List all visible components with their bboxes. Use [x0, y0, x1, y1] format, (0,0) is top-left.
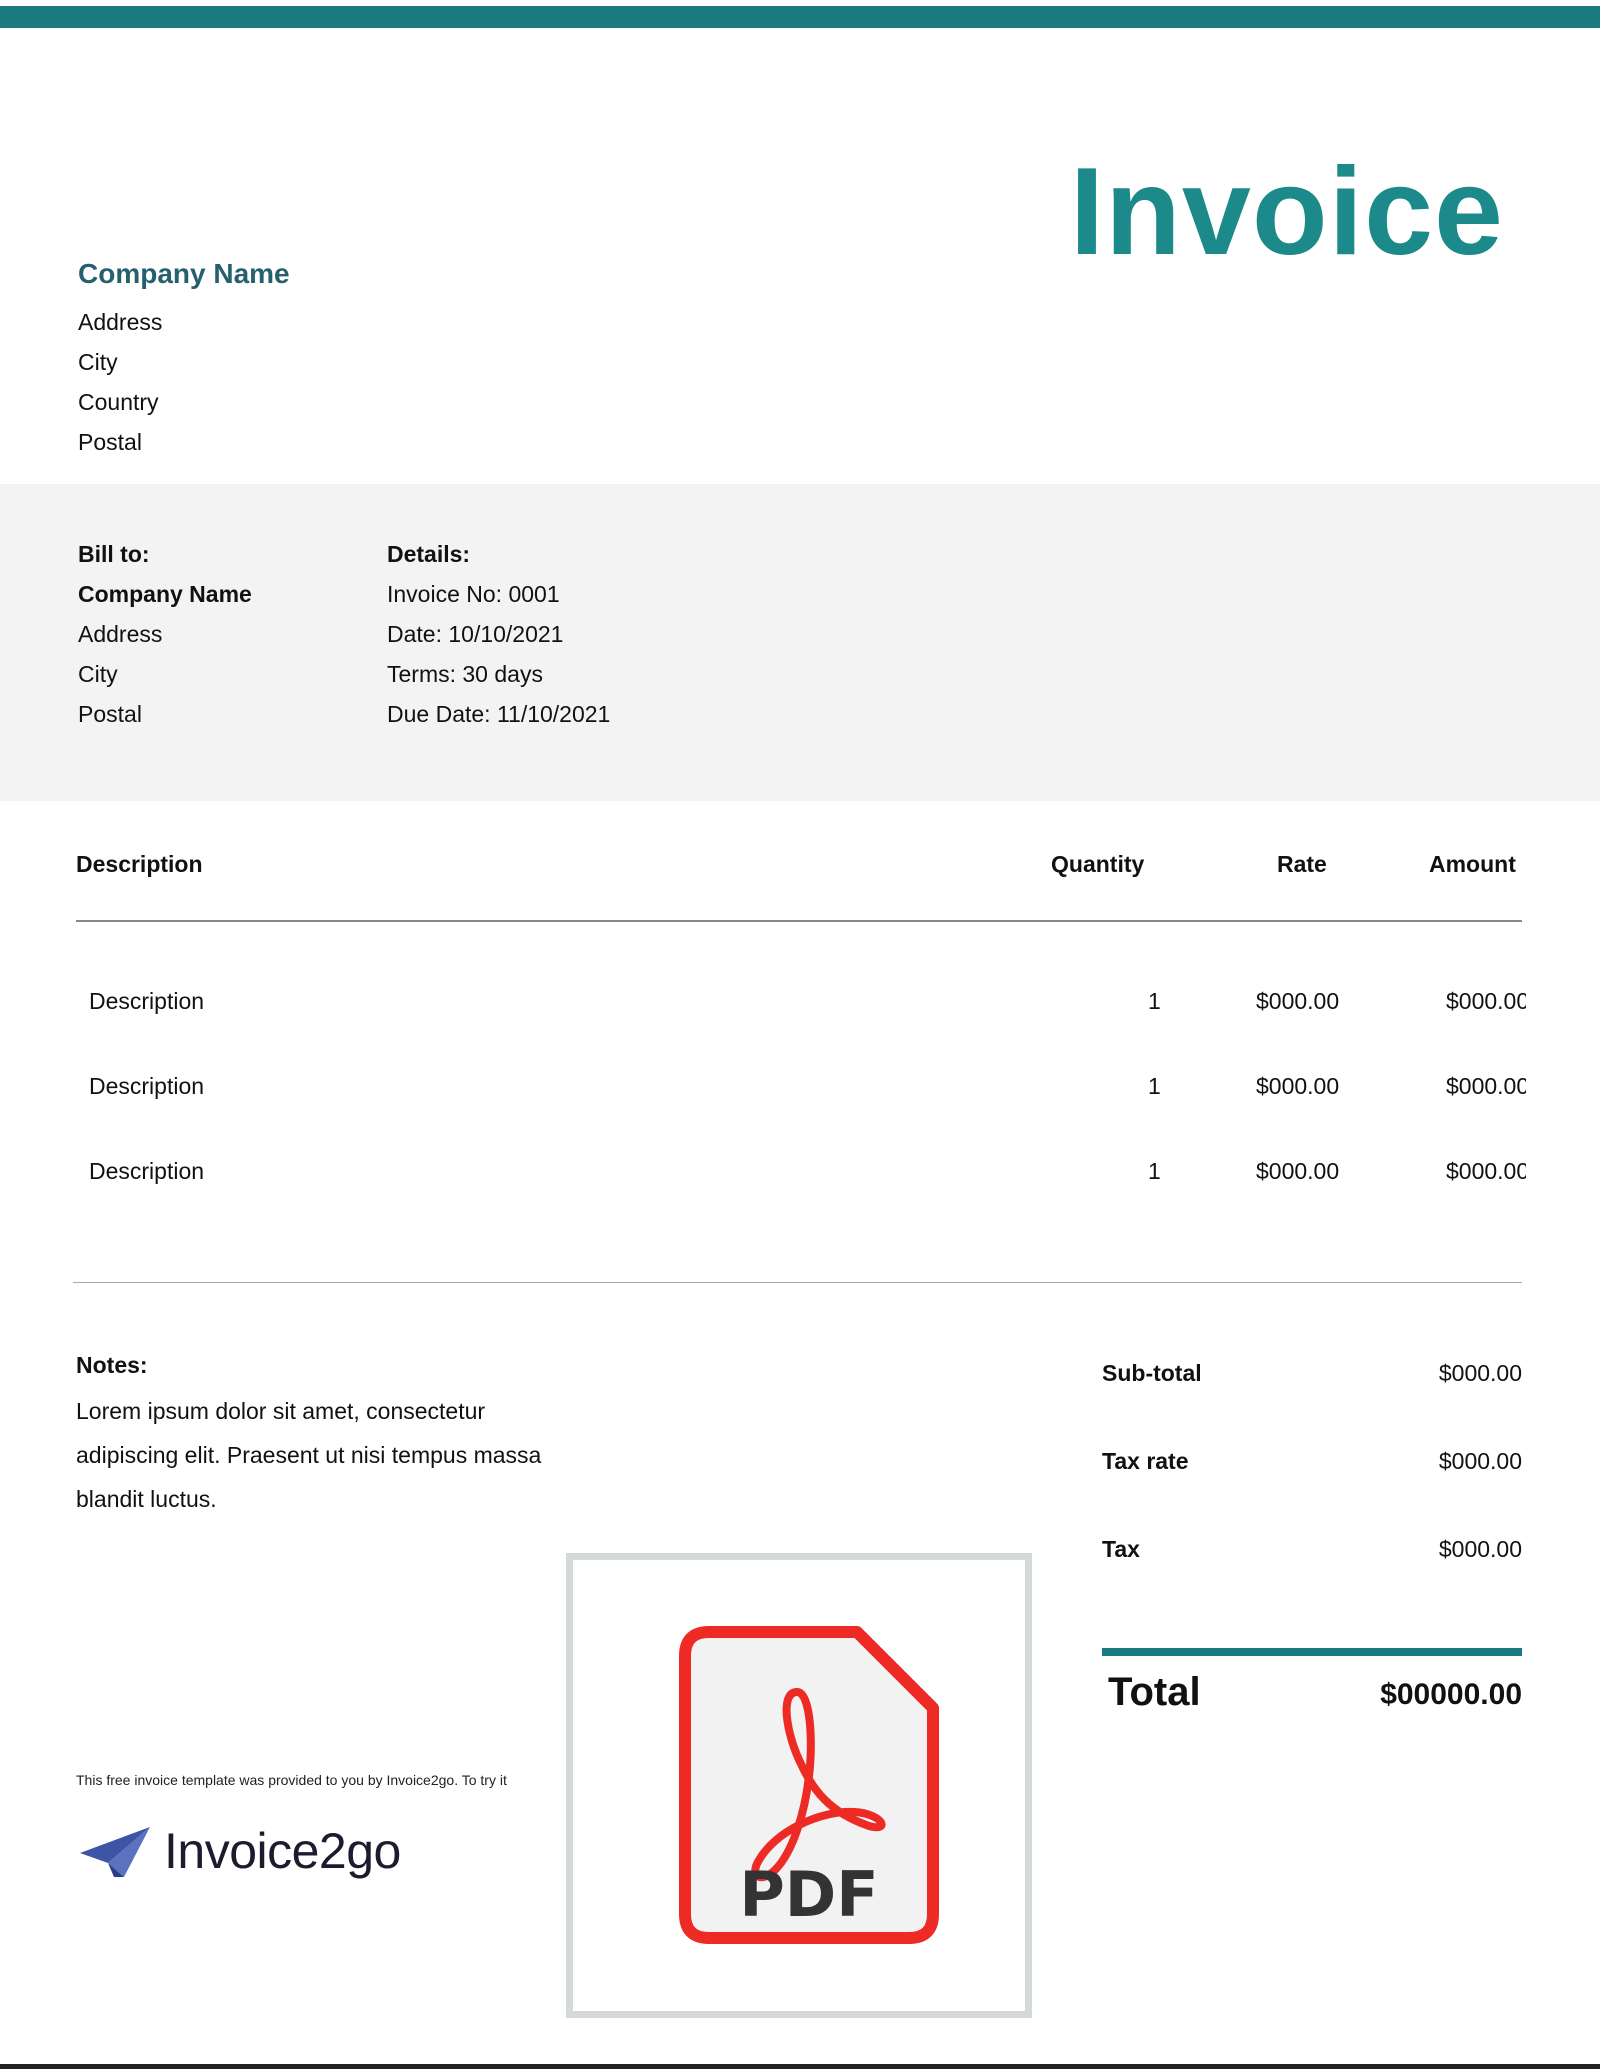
table-row: Description 1 $000.00 $000.00	[0, 988, 1600, 1028]
total-value: $00000.00	[1380, 1678, 1522, 1711]
taxrate-row: Tax rate $000.00	[1102, 1448, 1522, 1475]
header-rate: Rate	[1277, 851, 1327, 877]
row-amount: $000.00	[1446, 1073, 1526, 1099]
invoice2go-logo: Invoice2go	[78, 1822, 401, 1880]
notes-label: Notes:	[76, 1352, 148, 1378]
row-description: Description	[89, 988, 205, 1014]
bill-to-city: City	[78, 661, 118, 687]
header-quantity: Quantity	[1051, 851, 1145, 877]
tax-label: Tax	[1102, 1536, 1140, 1562]
sender-company-name: Company Name	[78, 258, 290, 289]
total-label: Total	[1108, 1670, 1201, 1714]
row-amount: $000.00	[1446, 1158, 1526, 1184]
table-footer-divider	[73, 1282, 1522, 1283]
sender-country: Country	[78, 389, 159, 415]
subtotal-label: Sub-total	[1102, 1360, 1202, 1386]
table-header-divider	[76, 920, 1522, 922]
brand-name: Invoice2go	[164, 1823, 401, 1879]
footer-credit: This free invoice template was provided …	[76, 1772, 507, 1788]
bill-to-label: Bill to:	[78, 541, 150, 567]
total-accent-bar	[1102, 1648, 1522, 1656]
row-amount: $000.00	[1446, 988, 1526, 1014]
row-description: Description	[89, 1158, 205, 1184]
bill-to-block: Bill to: Company Name Address City Posta…	[78, 534, 252, 734]
pdf-label: PDF	[739, 1858, 879, 1931]
row-rate: $000.00	[1256, 988, 1340, 1014]
bill-to-postal: Postal	[78, 701, 142, 727]
row-rate: $000.00	[1256, 1073, 1340, 1099]
row-quantity: 1	[1148, 988, 1161, 1014]
bottom-border	[0, 2064, 1600, 2069]
subtotal-value: $000.00	[1438, 1360, 1522, 1386]
invoice-title: Invoice	[1069, 143, 1504, 281]
notes-line: Lorem ipsum dolor sit amet, consectetur	[76, 1398, 486, 1424]
header-amount: Amount	[1429, 851, 1516, 877]
invoice-date: Date: 10/10/2021	[387, 621, 564, 647]
notes-line: blandit luctus.	[76, 1486, 217, 1512]
row-rate: $000.00	[1256, 1158, 1340, 1184]
table-row: Description 1 $000.00 $000.00	[0, 1158, 1600, 1198]
total-row: Total $00000.00	[1108, 1670, 1522, 1715]
top-accent-bar	[0, 6, 1600, 28]
notes-block: Notes: Lorem ipsum dolor sit amet, conse…	[76, 1352, 596, 1521]
tax-row: Tax $000.00	[1102, 1536, 1522, 1563]
paper-plane-icon	[80, 1827, 150, 1877]
row-quantity: 1	[1148, 1073, 1161, 1099]
sender-block: Company Name Address City Country Postal	[78, 258, 290, 462]
details-block: Details: Invoice No: 0001 Date: 10/10/20…	[387, 534, 610, 734]
pdf-badge: PDF	[566, 1553, 1032, 2018]
bill-to-address: Address	[78, 621, 163, 647]
sender-city: City	[78, 349, 118, 375]
table-row: Description 1 $000.00 $000.00	[0, 1073, 1600, 1113]
invoice-number: Invoice No: 0001	[387, 581, 560, 607]
details-label: Details:	[387, 541, 471, 567]
row-description: Description	[89, 1073, 205, 1099]
invoice-terms: Terms: 30 days	[387, 661, 543, 687]
sender-address: Address	[78, 309, 163, 335]
invoice-due-date: Due Date: 11/10/2021	[387, 701, 611, 727]
header-description: Description	[76, 851, 203, 877]
tax-value: $000.00	[1438, 1536, 1522, 1562]
taxrate-value: $000.00	[1438, 1448, 1522, 1474]
subtotal-row: Sub-total $000.00	[1102, 1360, 1522, 1387]
row-quantity: 1	[1148, 1158, 1161, 1184]
notes-line: adipiscing elit. Praesent ut nisi tempus…	[76, 1442, 542, 1468]
taxrate-label: Tax rate	[1102, 1448, 1189, 1474]
sender-postal: Postal	[78, 429, 142, 455]
bill-to-company: Company Name	[78, 581, 252, 607]
